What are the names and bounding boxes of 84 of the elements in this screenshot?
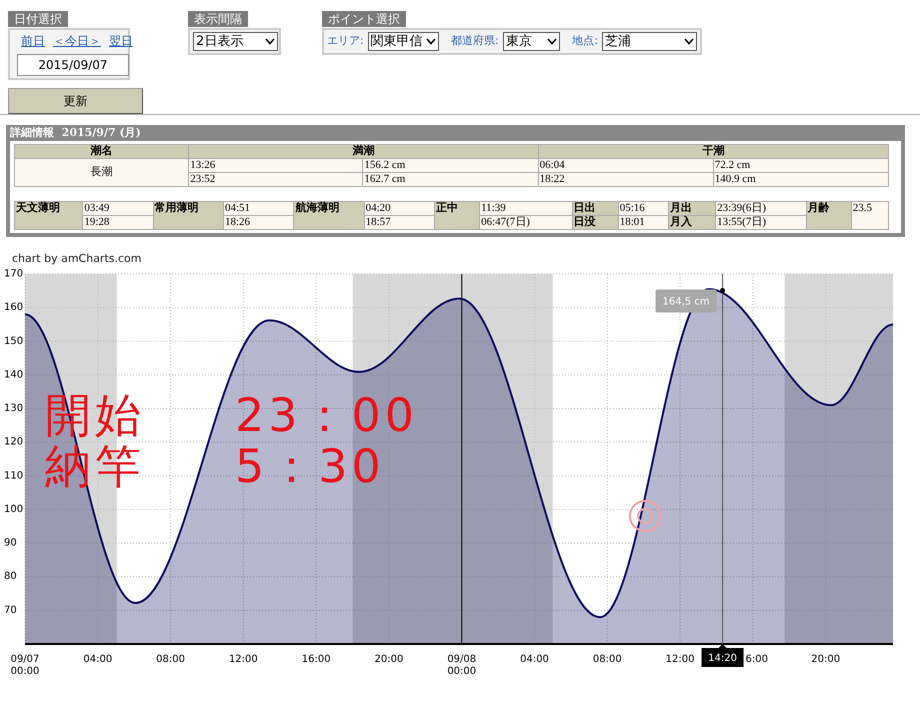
table-cell: 156.2 cm [362, 158, 538, 172]
header-cell: 月入 [668, 216, 716, 230]
value-tooltip: 164,5 cm [656, 290, 717, 312]
ref-line-label: 14:20 [708, 653, 737, 664]
interval-select[interactable]: 2日表示 [193, 32, 278, 52]
cursor-dot [720, 288, 726, 293]
date-link[interactable]: 翌日 [109, 32, 133, 50]
axis-label: 12:00 [666, 654, 694, 665]
axis-label: 80 [4, 571, 17, 582]
table-cell: 04:20 [364, 202, 434, 216]
axis-label: 130 [4, 403, 24, 414]
field-label: 地点: [572, 33, 598, 50]
point-select[interactable]: 関東甲信 [368, 32, 440, 51]
table-cell: 03:49 [82, 202, 154, 216]
axis-label: 08:00 [592, 654, 622, 665]
header-cell: 日出 [572, 202, 618, 216]
table-cell: 23:39(6日) [716, 202, 806, 216]
caret-icon [547, 38, 558, 45]
details-date: 2015/9/7 (月) [62, 126, 141, 139]
header-cell: 月齢 [806, 202, 852, 230]
table-cell: 23:52 [188, 172, 363, 186]
table-cell: 18:22 [538, 172, 714, 186]
table-cell: 72.2 cm [713, 158, 888, 172]
table-cell: 長潮 [14, 158, 189, 186]
table-cell: 05:16 [618, 202, 668, 216]
header-cell: 干潮 [538, 144, 888, 158]
annotation: 164,5 cm [662, 296, 710, 308]
table-cell: 18:26 [223, 216, 294, 230]
cursor-label: 14:20 [702, 644, 744, 667]
axis-label: 20:00 [811, 654, 840, 665]
axis-label: 20:00 [374, 654, 404, 665]
date-link[interactable]: 前日 [21, 32, 45, 50]
point-select[interactable]: 東京 [502, 32, 560, 51]
date-link[interactable]: ＜今日＞ [53, 32, 101, 50]
header-cell: 常用薄明 [153, 202, 224, 230]
handwritten-note: 5：30 [235, 439, 385, 493]
table-cell: 18:57 [364, 216, 434, 230]
axis-label: 140 [4, 369, 24, 380]
axis-label: 12:00 [228, 654, 258, 665]
axis-label: 100 [4, 504, 24, 515]
caret-icon [265, 38, 275, 46]
header-cell: 月出 [668, 202, 716, 216]
table-cell: 04:51 [223, 202, 294, 216]
field-label: 都道府県: [451, 33, 499, 50]
axis-label: 160 [4, 302, 24, 314]
axis-label: 70 [4, 604, 17, 616]
axis-label: 90 [4, 538, 17, 549]
table-cell: 18:01 [618, 216, 668, 230]
table-cell: 23.5 [851, 202, 888, 230]
date-field[interactable]: 2015/09/07 [17, 54, 129, 76]
table-cell: 13:26 [188, 158, 363, 172]
update-button[interactable]: 更新 [8, 88, 143, 114]
table-cell: 19:28 [82, 216, 154, 230]
header-cell: 航海薄明 [294, 202, 364, 230]
table-cell: 162.7 cm [362, 172, 538, 186]
header-cell: 日没 [572, 216, 618, 230]
field-label: エリア: [327, 33, 364, 50]
header-cell: 正中 [434, 202, 480, 230]
table-cell: 13:55(7日) [716, 216, 806, 230]
axis-label: 170 [4, 268, 24, 280]
axis-label: 110 [4, 470, 24, 482]
table-cell: 06:04 [538, 158, 714, 172]
table-cell: 140.9 cm [713, 172, 888, 186]
header-cell: 満潮 [188, 144, 538, 158]
axis-label: 08:00 [156, 654, 185, 665]
header-cell: 潮名 [14, 144, 189, 158]
details-label: 詳細情報 [10, 126, 54, 139]
target-marker [629, 500, 661, 532]
table-cell: 11:39 [480, 202, 572, 216]
axis-label: 09/07 00:00 [10, 654, 40, 677]
chart-credit: chart by amCharts.com [11, 251, 142, 265]
table-cell: 06:47(7日) [480, 216, 572, 230]
axis-label: 09/08 00:00 [447, 654, 476, 677]
axis-label: 04:00 [520, 654, 549, 665]
caret-icon [684, 38, 694, 45]
point-select[interactable]: 芝浦 [602, 32, 697, 51]
caret-icon [426, 38, 436, 45]
axis-label: 6:00 [746, 654, 768, 665]
axis-label: 04:00 [83, 654, 112, 665]
axis-label: 150 [4, 336, 24, 347]
axis-label: 120 [4, 436, 24, 448]
axis-label: 16:00 [302, 654, 331, 665]
handwritten-note: 23：00 [235, 388, 418, 442]
header-cell: 天文薄明 [14, 202, 83, 230]
